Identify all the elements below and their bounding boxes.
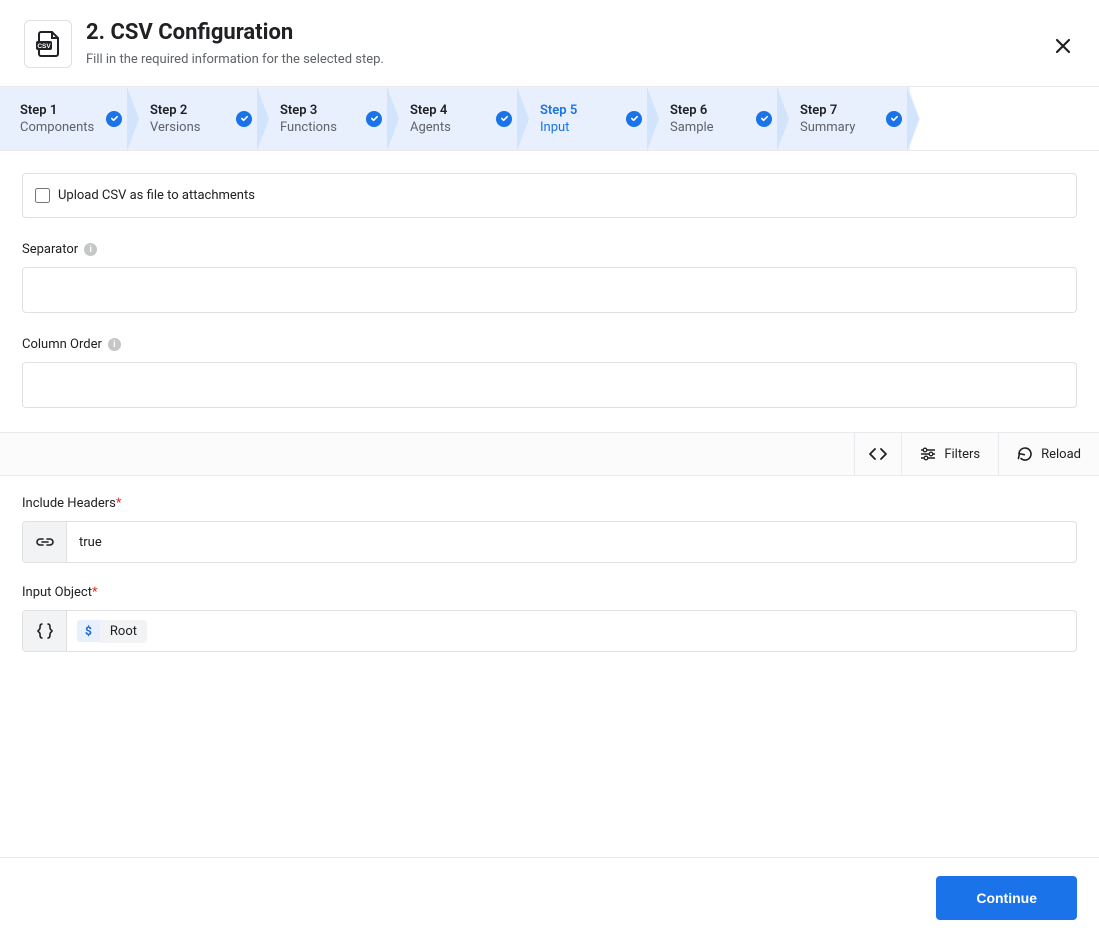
reload-label: Reload bbox=[1041, 447, 1081, 462]
step-sublabel: Input bbox=[540, 120, 626, 135]
reload-icon bbox=[1017, 446, 1033, 462]
column-order-input[interactable] bbox=[22, 362, 1077, 408]
dialog-footer: Continue bbox=[0, 857, 1099, 938]
filters-label: Filters bbox=[944, 447, 980, 462]
include-headers-input[interactable]: true bbox=[22, 521, 1077, 563]
reload-button[interactable]: Reload bbox=[998, 433, 1099, 475]
form-lower: Include Headers* true Input Object* $ Ro… bbox=[0, 476, 1099, 652]
step-summary[interactable]: Step 7 Summary bbox=[780, 87, 910, 150]
step-components[interactable]: Step 1 Components bbox=[0, 87, 130, 150]
dollar-icon: $ bbox=[77, 620, 100, 642]
include-headers-value: true bbox=[67, 535, 1076, 550]
step-sublabel: Components bbox=[20, 120, 106, 135]
step-agents[interactable]: Step 4 Agents bbox=[390, 87, 520, 150]
step-sublabel: Sample bbox=[670, 120, 756, 135]
required-indicator: * bbox=[92, 585, 98, 600]
check-icon bbox=[756, 111, 772, 127]
continue-button[interactable]: Continue bbox=[936, 876, 1077, 920]
step-label: Step 3 bbox=[280, 103, 366, 118]
required-indicator: * bbox=[116, 496, 122, 511]
check-icon bbox=[626, 111, 642, 127]
check-icon bbox=[886, 111, 902, 127]
step-label: Step 7 bbox=[800, 103, 886, 118]
check-icon bbox=[496, 111, 512, 127]
separator-input[interactable] bbox=[22, 267, 1077, 313]
input-object-label: Input Object* bbox=[22, 585, 1077, 600]
step-versions[interactable]: Step 2 Versions bbox=[130, 87, 260, 150]
upload-csv-label[interactable]: Upload CSV as file to attachments bbox=[58, 188, 255, 203]
input-object-chip[interactable]: $ Root bbox=[67, 620, 147, 643]
step-label: Step 1 bbox=[20, 103, 106, 118]
header-text: 2. CSV Configuration Fill in the require… bbox=[86, 20, 384, 67]
close-icon bbox=[1053, 36, 1073, 56]
code-icon bbox=[869, 447, 887, 461]
csv-file-icon: CSV bbox=[24, 20, 72, 68]
input-object-input[interactable]: $ Root bbox=[22, 610, 1077, 652]
include-headers-label: Include Headers* bbox=[22, 496, 1077, 511]
step-sublabel: Summary bbox=[800, 120, 886, 135]
step-label: Step 4 bbox=[410, 103, 496, 118]
filters-icon bbox=[920, 447, 936, 461]
svg-text:CSV: CSV bbox=[37, 43, 51, 50]
check-icon bbox=[106, 111, 122, 127]
code-toggle-button[interactable] bbox=[854, 433, 901, 475]
page-title: 2. CSV Configuration bbox=[86, 20, 384, 46]
column-order-label: Column Order i bbox=[22, 337, 1077, 352]
close-button[interactable] bbox=[1053, 36, 1073, 60]
check-icon bbox=[366, 111, 382, 127]
filters-button[interactable]: Filters bbox=[901, 433, 998, 475]
page-subtitle: Fill in the required information for the… bbox=[86, 52, 384, 67]
separator-label: Separator i bbox=[22, 242, 1077, 257]
toolbar: Filters Reload bbox=[0, 432, 1099, 476]
step-sublabel: Versions bbox=[150, 120, 236, 135]
input-object-chip-text: Root bbox=[100, 620, 147, 643]
step-functions[interactable]: Step 3 Functions bbox=[260, 87, 390, 150]
braces-icon bbox=[23, 611, 67, 651]
step-sample[interactable]: Step 6 Sample bbox=[650, 87, 780, 150]
info-icon[interactable]: i bbox=[84, 243, 97, 256]
link-icon bbox=[23, 522, 67, 562]
step-sublabel: Functions bbox=[280, 120, 366, 135]
step-label: Step 2 bbox=[150, 103, 236, 118]
check-icon bbox=[236, 111, 252, 127]
step-input[interactable]: Step 5 Input bbox=[520, 87, 650, 150]
dialog-header: CSV 2. CSV Configuration Fill in the req… bbox=[0, 0, 1099, 87]
info-icon[interactable]: i bbox=[108, 338, 121, 351]
upload-csv-checkbox[interactable] bbox=[35, 188, 50, 203]
step-label: Step 6 bbox=[670, 103, 756, 118]
upload-csv-checkbox-row[interactable]: Upload CSV as file to attachments bbox=[22, 173, 1077, 218]
step-sublabel: Agents bbox=[410, 120, 496, 135]
step-label: Step 5 bbox=[540, 103, 626, 118]
stepper: Step 1 Components Step 2 Versions Step 3… bbox=[0, 87, 1099, 151]
form-upper: Upload CSV as file to attachments Separa… bbox=[0, 151, 1099, 432]
